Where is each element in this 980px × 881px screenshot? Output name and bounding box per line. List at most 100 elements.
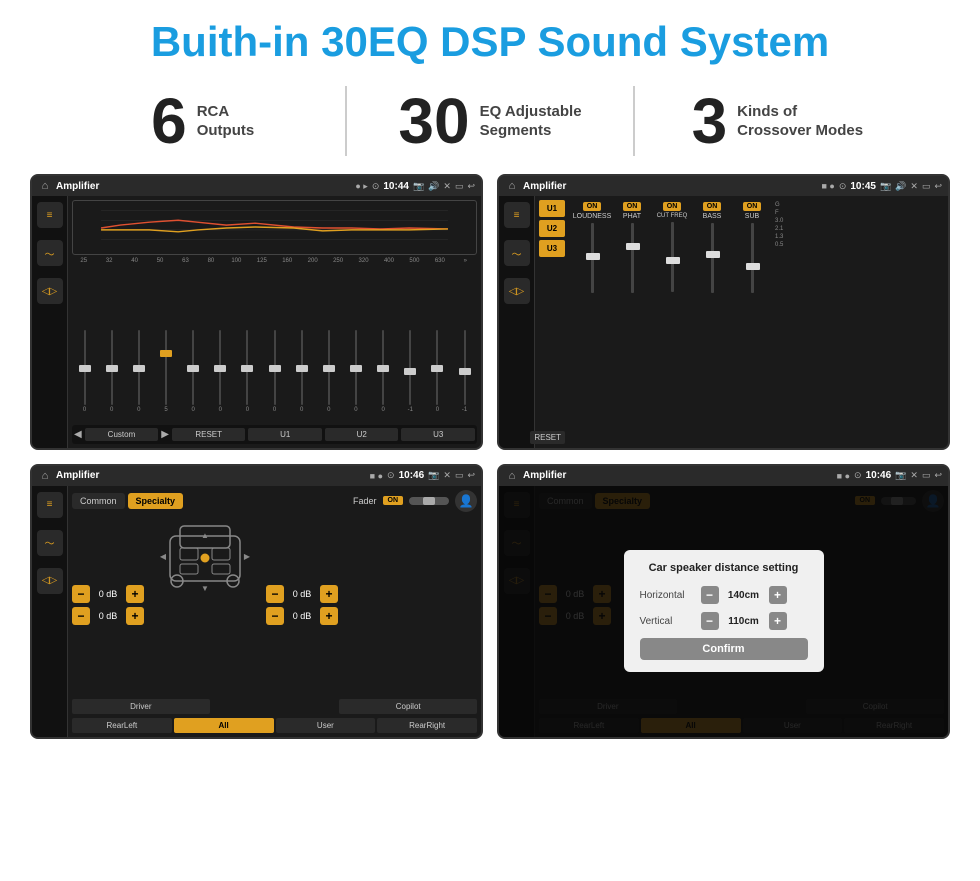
screen-speaker: ⌂ Amplifier ■ ● ⊙ 10:46 📷 ✕ ▭ ↩ ≡ 〜 ◁▷ C… bbox=[30, 464, 483, 740]
back-icon-2[interactable]: ↩ bbox=[934, 181, 942, 192]
screen1-sidebar: ≡ 〜 ◁▷ bbox=[32, 196, 68, 448]
sidebar-eq-btn-2[interactable]: ≡ bbox=[504, 202, 530, 228]
amp-reset-btn[interactable]: RESET bbox=[530, 431, 565, 444]
loudness-label: LOUDNESS bbox=[573, 213, 612, 220]
amp-preset-u3[interactable]: U3 bbox=[539, 240, 565, 257]
eq-preset-custom[interactable]: Custom bbox=[85, 428, 159, 441]
page-title: Buith-in 30EQ DSP Sound System bbox=[0, 0, 980, 76]
eq-preset-u2[interactable]: U2 bbox=[325, 428, 399, 441]
minus-btn-4[interactable]: − bbox=[266, 607, 284, 625]
screen3-time: 10:46 bbox=[399, 470, 425, 481]
eq-slider-32[interactable]: 0 bbox=[99, 330, 124, 420]
eq-slider-40[interactable]: 0 bbox=[126, 330, 151, 420]
minus-btn-3[interactable]: − bbox=[266, 585, 284, 603]
fader-on-badge[interactable]: ON bbox=[383, 496, 404, 505]
fader-label: Fader bbox=[353, 496, 377, 506]
fader-slider[interactable] bbox=[409, 497, 449, 505]
loudness-on[interactable]: ON bbox=[583, 202, 602, 211]
eq-slider-80[interactable]: 0 bbox=[208, 330, 233, 420]
eq-slider-400[interactable]: -1 bbox=[398, 330, 423, 420]
btn-all[interactable]: All bbox=[174, 718, 274, 733]
bass-on[interactable]: ON bbox=[703, 202, 722, 211]
eq-slider-50[interactable]: 5 bbox=[153, 330, 178, 420]
x-icon-3: ✕ bbox=[443, 470, 451, 481]
home-icon-3[interactable]: ⌂ bbox=[38, 469, 52, 483]
eq-slider-100[interactable]: 0 bbox=[235, 330, 260, 420]
prev-arrow[interactable]: ◀ bbox=[74, 429, 82, 440]
vertical-label: Vertical bbox=[640, 616, 695, 627]
btn-rearleft[interactable]: RearLeft bbox=[72, 718, 172, 733]
tab-specialty[interactable]: Specialty bbox=[128, 493, 184, 509]
x-icon-2: ✕ bbox=[910, 181, 918, 192]
eq-preset-reset[interactable]: RESET bbox=[172, 428, 246, 441]
back-icon-3[interactable]: ↩ bbox=[467, 470, 475, 481]
sub-on[interactable]: ON bbox=[743, 202, 762, 211]
horizontal-plus[interactable]: + bbox=[769, 586, 787, 604]
sidebar-eq-btn-3[interactable]: ≡ bbox=[37, 492, 63, 518]
cam-icon-3: 📷 bbox=[428, 470, 439, 481]
back-icon-4[interactable]: ↩ bbox=[934, 470, 942, 481]
screen4-time: 10:46 bbox=[866, 470, 892, 481]
stat-crossover-number: 3 bbox=[692, 89, 728, 153]
cutfreq-on[interactable]: ON bbox=[663, 202, 682, 211]
minus-btn-1[interactable]: − bbox=[72, 585, 90, 603]
next-arrow[interactable]: ▶ bbox=[161, 429, 169, 440]
plus-btn-1[interactable]: + bbox=[126, 585, 144, 603]
screen3-title: Amplifier bbox=[56, 470, 366, 481]
freq-hz4-label: 0.5 bbox=[775, 242, 783, 248]
eq-slider-500[interactable]: 0 bbox=[425, 330, 450, 420]
plus-btn-3[interactable]: + bbox=[320, 585, 338, 603]
plus-btn-4[interactable]: + bbox=[320, 607, 338, 625]
sidebar-wave-btn-3[interactable]: 〜 bbox=[37, 530, 63, 556]
eq-preset-u1[interactable]: U1 bbox=[248, 428, 322, 441]
vertical-plus[interactable]: + bbox=[769, 612, 787, 630]
eq-bottom-bar: ◀ Custom ▶ RESET U1 U2 U3 bbox=[72, 425, 477, 444]
eq-slider-125[interactable]: 0 bbox=[262, 330, 287, 420]
eq-slider-25[interactable]: 0 bbox=[72, 330, 97, 420]
eq-slider-200[interactable]: 0 bbox=[316, 330, 341, 420]
location-icon-2: ⊙ bbox=[839, 181, 847, 192]
sidebar-vol-btn-3[interactable]: ◁▷ bbox=[37, 568, 63, 594]
home-icon-1[interactable]: ⌂ bbox=[38, 179, 52, 193]
sidebar-vol-btn[interactable]: ◁▷ bbox=[37, 278, 63, 304]
back-icon-1[interactable]: ↩ bbox=[467, 181, 475, 192]
eq-slider-160[interactable]: 0 bbox=[289, 330, 314, 420]
vol-row-4: − 0 dB + bbox=[266, 607, 338, 625]
plus-btn-2[interactable]: + bbox=[126, 607, 144, 625]
freq-g-label: G bbox=[775, 202, 783, 208]
confirm-button[interactable]: Confirm bbox=[640, 638, 808, 660]
btn-driver[interactable]: Driver bbox=[72, 699, 210, 714]
btn-copilot[interactable]: Copilot bbox=[339, 699, 477, 714]
tab-common[interactable]: Common bbox=[72, 493, 125, 509]
freq-hz2-label: 2.1 bbox=[775, 226, 783, 232]
sidebar-vol-btn-2[interactable]: ◁▷ bbox=[504, 278, 530, 304]
x-icon-1: ✕ bbox=[443, 181, 451, 192]
eq-slider-63[interactable]: 0 bbox=[181, 330, 206, 420]
eq-main: 25 32 40 50 63 80 100 125 160 200 250 32… bbox=[68, 196, 481, 448]
btn-rearright[interactable]: RearRight bbox=[377, 718, 477, 733]
home-icon-2[interactable]: ⌂ bbox=[505, 179, 519, 193]
screen-eq: ⌂ Amplifier ● ▸ ⊙ 10:44 📷 🔊 ✕ ▭ ↩ ≡ 〜 ◁▷ bbox=[30, 174, 483, 450]
channel-loudness: ON LOUDNESS bbox=[573, 202, 611, 293]
sidebar-eq-btn[interactable]: ≡ bbox=[37, 202, 63, 228]
avatar-icon: 👤 bbox=[455, 490, 477, 512]
dialog-title: Car speaker distance setting bbox=[640, 562, 808, 574]
eq-preset-u3[interactable]: U3 bbox=[401, 428, 475, 441]
eq-slider-320[interactable]: 0 bbox=[371, 330, 396, 420]
vertical-minus[interactable]: − bbox=[701, 612, 719, 630]
horizontal-minus[interactable]: − bbox=[701, 586, 719, 604]
eq-freq-labels: 25 32 40 50 63 80 100 125 160 200 250 32… bbox=[72, 258, 477, 264]
sidebar-wave-btn-2[interactable]: 〜 bbox=[504, 240, 530, 266]
btn-user[interactable]: User bbox=[276, 718, 376, 733]
screens-grid: ⌂ Amplifier ● ▸ ⊙ 10:44 📷 🔊 ✕ ▭ ↩ ≡ 〜 ◁▷ bbox=[0, 174, 980, 754]
eq-slider-250[interactable]: 0 bbox=[343, 330, 368, 420]
eq-slider-630[interactable]: -1 bbox=[452, 330, 477, 420]
freq-hz3-label: 1.3 bbox=[775, 234, 783, 240]
home-icon-4[interactable]: ⌂ bbox=[505, 469, 519, 483]
minus-btn-2[interactable]: − bbox=[72, 607, 90, 625]
amp-preset-u1[interactable]: U1 bbox=[539, 200, 565, 217]
screen2-sidebar: ≡ 〜 ◁▷ bbox=[499, 196, 535, 448]
phat-on[interactable]: ON bbox=[623, 202, 642, 211]
sidebar-wave-btn[interactable]: 〜 bbox=[37, 240, 63, 266]
amp-preset-u2[interactable]: U2 bbox=[539, 220, 565, 237]
